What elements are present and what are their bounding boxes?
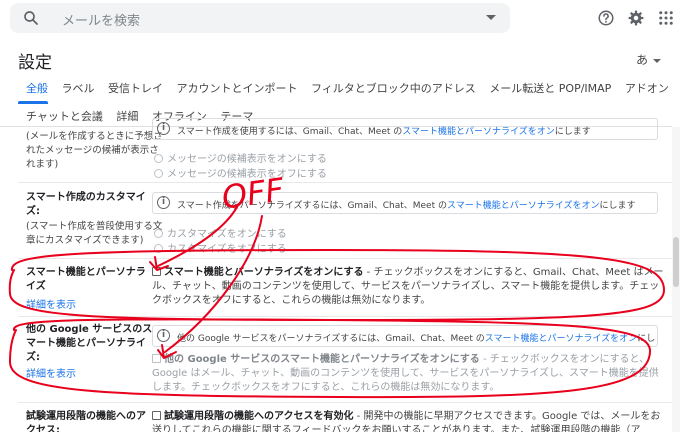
experimental-features-setting: 試験運用段階の機能へのアクセスを有効化 - 開発中の機能に早期アクセスできます。… bbox=[152, 411, 661, 432]
smart-features-checkbox[interactable] bbox=[152, 267, 161, 276]
other-services-info: i 他の Google サービスをパーソナライズするには、Gmail、Chat、… bbox=[152, 325, 658, 347]
gear-icon[interactable] bbox=[627, 9, 645, 27]
chevron-down-icon bbox=[653, 58, 662, 63]
tab-forwarding-pop-imap[interactable]: メール転送と POP/IMAP bbox=[489, 80, 611, 96]
active-tab-indicator bbox=[18, 101, 48, 104]
radio-icon bbox=[154, 229, 163, 238]
smart-features-learn-more-link[interactable]: 詳細を表示 bbox=[26, 296, 76, 311]
row-divider bbox=[18, 258, 672, 259]
row-divider bbox=[18, 182, 672, 183]
experimental-features-label: 試験運用段階の機能へのア クセス: bbox=[26, 411, 146, 432]
apps-grid-icon[interactable] bbox=[657, 9, 675, 27]
personalization-off-radio[interactable]: カスタマイズをオフにする bbox=[154, 240, 287, 255]
smart-compose-personalization-label: スマート作成のカスタマイ ズ: bbox=[26, 192, 146, 217]
tab-general[interactable]: 全般 bbox=[26, 80, 48, 96]
other-services-checkbox[interactable] bbox=[152, 354, 161, 363]
tab-inbox[interactable]: 受信トレイ bbox=[108, 80, 163, 96]
smart-features-link[interactable]: スマート機能とパーソナライズをオン bbox=[402, 127, 554, 137]
info-icon: i bbox=[157, 122, 170, 135]
personalization-on-radio[interactable]: カスタマイズをオンにする bbox=[154, 225, 287, 240]
scrollbar[interactable] bbox=[672, 127, 680, 432]
page-title: 設定 bbox=[18, 53, 52, 73]
info-icon: i bbox=[157, 196, 170, 209]
smart-compose-personalization-info: i スマート作成をパーソナライズするには、Gmail、Chat、Meet のスマ… bbox=[152, 192, 658, 214]
tab-filters-blocked[interactable]: フィルタとブロック中のアドレス bbox=[311, 80, 476, 96]
tab-chat-meet[interactable]: チャットと会議 bbox=[26, 108, 103, 124]
smart-compose-on-radio[interactable]: メッセージの候補表示をオンにする bbox=[154, 150, 327, 165]
other-google-services-label: 他の Google サービスのス マート機能とパーソナライ ズ: bbox=[26, 324, 153, 363]
info-icon: i bbox=[157, 329, 170, 342]
settings-tabs-row1: 全般 ラベル 受信トレイ アカウントとインポート フィルタとブロック中のアドレス… bbox=[26, 80, 679, 96]
smart-compose-info: i スマート作成を使用するには、Gmail、Chat、Meet のスマート機能と… bbox=[152, 118, 658, 140]
experimental-features-checkbox[interactable] bbox=[152, 411, 161, 420]
search-input[interactable]: メールを検索 bbox=[62, 10, 140, 29]
smart-compose-off-radio[interactable]: メッセージの候補表示をオフにする bbox=[154, 165, 327, 180]
row-divider bbox=[18, 402, 672, 403]
help-icon[interactable] bbox=[597, 9, 615, 27]
scrollbar-thumb[interactable] bbox=[673, 237, 679, 287]
tab-accounts-import[interactable]: アカウントとインポート bbox=[177, 80, 298, 96]
radio-icon bbox=[154, 154, 163, 163]
other-services-setting: 他の Google サービスのスマート機能とパーソナライズをオンにする - チェ… bbox=[152, 354, 659, 393]
smart-features-setting: スマート機能とパーソナライズをオンにする - チェックボックスをオンにすると、G… bbox=[152, 267, 664, 306]
smart-features-label: スマート機能とパーソナラ イズ bbox=[26, 267, 146, 292]
row-divider bbox=[18, 316, 672, 317]
tab-advanced[interactable]: 詳細 bbox=[116, 108, 138, 124]
smart-compose-description: (メールを作成するときに予想さ れたメッセージの候補が表示さ れます) bbox=[26, 131, 163, 170]
tab-addons[interactable]: アドオン bbox=[625, 80, 669, 96]
search-icon bbox=[24, 11, 38, 25]
search-bar[interactable]: メールを検索 bbox=[10, 3, 510, 33]
top-bar: メールを検索 bbox=[0, 0, 680, 38]
smart-compose-personalization-description: (スマート作成を普段使用する文 章にカスタマイズできます) bbox=[26, 221, 163, 246]
radio-icon bbox=[154, 169, 163, 178]
radio-icon bbox=[154, 244, 163, 253]
tab-labels[interactable]: ラベル bbox=[62, 80, 95, 96]
input-tools-label: あ bbox=[636, 53, 649, 67]
smart-features-link[interactable]: スマート機能とパーソナライズをオン bbox=[485, 334, 637, 344]
smart-features-link[interactable]: スマート機能とパーソナライズをオン bbox=[447, 201, 599, 211]
input-tools-button[interactable]: あ bbox=[636, 51, 662, 68]
search-options-icon[interactable] bbox=[486, 15, 496, 20]
other-services-learn-more-link[interactable]: 詳細を表示 bbox=[26, 365, 76, 380]
